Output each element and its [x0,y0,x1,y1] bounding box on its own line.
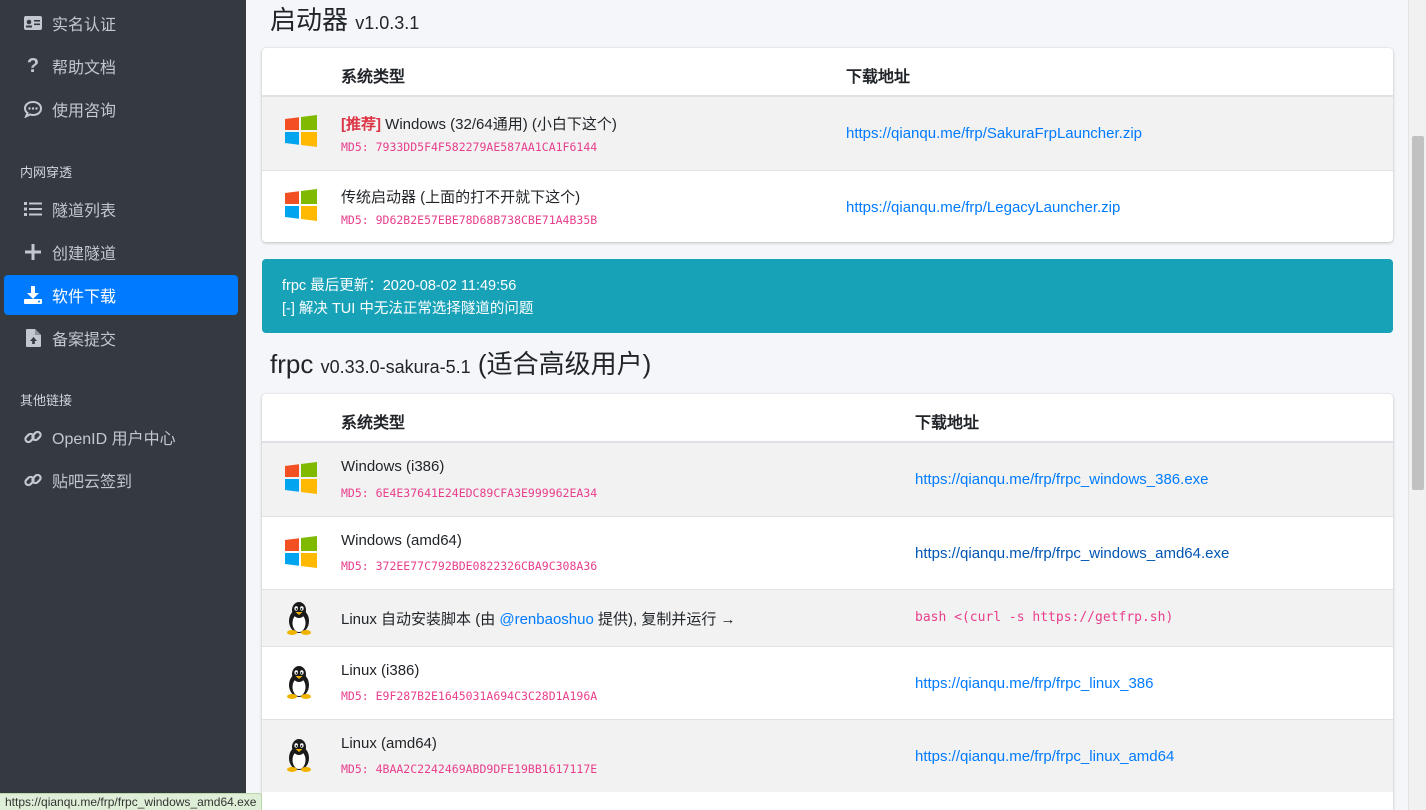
table-row: Linux 自动安装脚本 (由 @renbaoshuo 提供), 复制并运行 →… [262,589,1393,646]
sidebar-item-label: 创建隧道 [52,246,117,263]
frpc-table: 系统类型 下载地址 Windows (i386) MD5: 6E4E37641E… [262,394,1393,810]
row-name: Linux (amd64) [341,735,437,752]
sidebar-item-help[interactable]: ? 帮助文档 [4,46,238,86]
sidebar-item-consult[interactable]: 使用咨询 [4,89,238,129]
chat-icon [22,98,44,120]
id-card-icon [22,12,44,34]
table-row: Linux (amd64) MD5: 4BAA2C2242469ABD9DFE1… [262,719,1393,792]
download-icon [22,284,44,306]
sidebar-item-label: 使用咨询 [52,103,117,120]
sidebar-item-label: 软件下载 [52,289,117,306]
sidebar-item-label: OpenID 用户中心 [52,431,176,448]
sidebar-item-tieba[interactable]: 贴吧云签到 [4,460,238,500]
linux-icon [284,738,320,774]
link-icon [22,426,44,448]
row-name: Linux (i386) [341,662,420,679]
row-md5: MD5: 372EE77C792BDE0822326CBA9C308A36 [341,559,598,573]
update-alert-changelog: [-] 解决 TUI 中无法正常选择隧道的问题 [282,301,534,317]
column-header-type: 系统类型 [341,415,406,432]
frpc-title-text: frpc [270,349,314,379]
sidebar-item-tunnel-list[interactable]: 隧道列表 [4,189,238,229]
row-name: 传统启动器 (上面的打不开就下这个) [341,189,581,206]
install-command[interactable]: bash <(curl -s https://getfrp.sh) [915,610,1173,625]
sidebar-section-links: 其他链接 [20,393,73,408]
windows-icon [284,462,320,498]
frpc-version: v0.33.0-sakura-5.1 [320,357,471,377]
table-row: [推荐] Windows (32/64通用) (小白下这个) MD5: 7933… [262,97,1393,170]
launcher-version: v1.0.3.1 [355,13,420,33]
download-link[interactable]: https://qianqu.me/frp/SakuraFrpLauncher.… [846,125,1142,142]
sidebar-item-create-tunnel[interactable]: 创建隧道 [4,232,238,272]
question-icon: ? [26,54,40,77]
download-link[interactable]: https://qianqu.me/frp/frpc_linux_386 [915,675,1153,692]
linux-icon [284,665,320,701]
download-link[interactable]: https://qianqu.me/frp/frpc_windows_386.e… [915,471,1209,488]
launcher-title-text: 启动器 [270,5,349,35]
launcher-table: 系统类型 下载地址 [推荐] Windows (32/64通用) (小白下这个)… [262,48,1393,242]
linux-icon [284,601,320,637]
column-header-url: 下载地址 [915,415,980,432]
row-md5: MD5: E9F287B2E1645031A694C3C28D1A196A [341,689,598,703]
recommended-badge: [推荐] [341,116,381,133]
table-header: 系统类型 下载地址 [262,394,1393,443]
sidebar-item-label: 备案提交 [52,332,117,349]
row-name-suffix: 提供), 复制并运行 → [593,611,736,628]
sidebar-item-openid[interactable]: OpenID 用户中心 [4,417,238,457]
row-md5: MD5: 9D62B2E57EBE78D68B738CBE71A4B35B [341,213,598,227]
row-md5: MD5: 6E4E37641E24EDC89CFA3E999962EA34 [341,486,598,500]
launcher-title: 启动器 v1.0.3.1 [270,0,419,37]
list-icon [22,198,44,220]
link-icon [22,469,44,491]
frpc-title: frpc v0.33.0-sakura-5.1 (适合高级用户) [270,344,651,381]
row-name: Windows (i386) [341,458,445,475]
plus-icon [22,241,44,263]
sidebar-item-label: 帮助文档 [52,60,117,77]
scrollbar-thumb[interactable] [1412,136,1424,490]
row-name: [推荐] Windows (32/64通用) (小白下这个) [341,113,617,134]
download-link[interactable]: https://qianqu.me/frp/LegacyLauncher.zip [846,199,1120,216]
main-content: 启动器 v1.0.3.1 系统类型 下载地址 [推荐] Windows (32/… [246,0,1408,810]
sidebar-item-realname[interactable]: 实名认证 [4,3,238,43]
page-scrollbar[interactable] [1408,0,1426,810]
sidebar-item-record[interactable]: 备案提交 [4,318,238,358]
update-alert-time: frpc 最后更新：2020-08-02 11:49:56 [282,278,517,294]
sidebar-item-label: 贴吧云签到 [52,474,133,491]
table-row: Windows (i386) MD5: 6E4E37641E24EDC89CFA… [262,443,1393,516]
sidebar-item-label: 实名认证 [52,17,117,34]
row-name: Windows (amd64) [341,532,462,549]
download-link[interactable]: https://qianqu.me/frp/frpc_windows_amd64… [915,545,1229,562]
table-row: Linux (i386) MD5: E9F287B2E1645031A694C3… [262,646,1393,719]
browser-status-url: https://qianqu.me/frp/frpc_windows_amd64… [0,793,263,810]
row-name-text: Windows (32/64通用) (小白下这个) [381,116,617,133]
download-link[interactable]: https://qianqu.me/frp/frpc_linux_amd64 [915,748,1174,765]
windows-icon [284,189,320,225]
windows-icon [284,115,320,151]
frpc-title-suffix: (适合高级用户) [477,349,652,379]
row-md5: MD5: 7933DD5F4F582279AE587AA1CA1F6144 [341,140,598,154]
file-upload-icon [22,327,44,349]
table-header: 系统类型 下载地址 [262,48,1393,97]
column-header-url: 下载地址 [846,69,911,86]
table-row: Windows (amd64) MD5: 372EE77C792BDE08223… [262,516,1393,589]
column-header-type: 系统类型 [341,69,406,86]
row-name: Linux 自动安装脚本 (由 @renbaoshuo 提供), 复制并运行 → [341,608,736,629]
table-row: 传统启动器 (上面的打不开就下这个) MD5: 9D62B2E57EBE78D6… [262,170,1393,242]
row-md5: MD5: 4BAA2C2242469ABD9DFE19BB1617117E [341,762,598,776]
author-link[interactable]: @renbaoshuo [499,611,593,628]
row-name-text: Linux 自动安装脚本 (由 [341,611,500,628]
update-alert: frpc 最后更新：2020-08-02 11:49:56 [-] 解决 TUI… [262,259,1393,333]
windows-icon [284,536,320,572]
sidebar-item-label: 隧道列表 [52,203,117,220]
sidebar-item-download[interactable]: 软件下载 [4,275,238,315]
sidebar-section-tunnel: 内网穿透 [20,165,73,180]
sidebar: 实名认证 ? 帮助文档 使用咨询 内网穿透 隧道列表 创建隧道 软件下载 备案提… [0,0,246,810]
